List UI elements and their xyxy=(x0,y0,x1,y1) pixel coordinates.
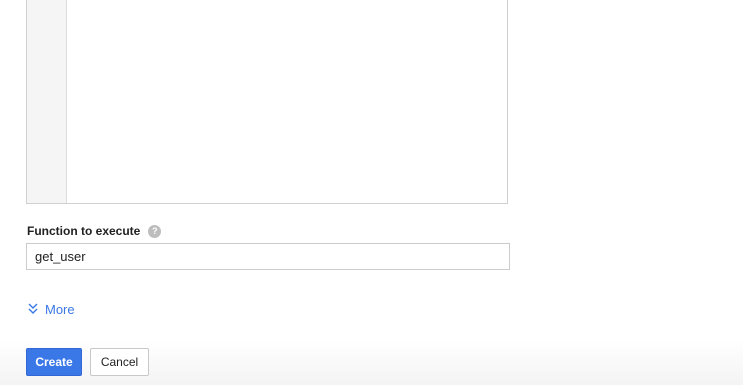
editor-line-gutter xyxy=(27,0,67,203)
function-to-execute-input[interactable] xyxy=(26,243,510,270)
more-options-toggle[interactable]: More xyxy=(27,300,75,318)
create-button[interactable]: Create xyxy=(26,348,82,376)
editor-code-area[interactable] xyxy=(67,0,507,203)
function-field-label-row: Function to execute ? xyxy=(27,223,162,239)
cancel-button[interactable]: Cancel xyxy=(90,348,149,376)
help-question-icon[interactable]: ? xyxy=(148,224,162,238)
more-label: More xyxy=(45,301,75,317)
source-code-editor[interactable] xyxy=(26,0,508,204)
function-field-label: Function to execute xyxy=(27,224,141,238)
cloud-function-form: Function to execute ? More Create Cancel xyxy=(0,0,743,385)
double-chevron-down-icon xyxy=(28,303,38,314)
